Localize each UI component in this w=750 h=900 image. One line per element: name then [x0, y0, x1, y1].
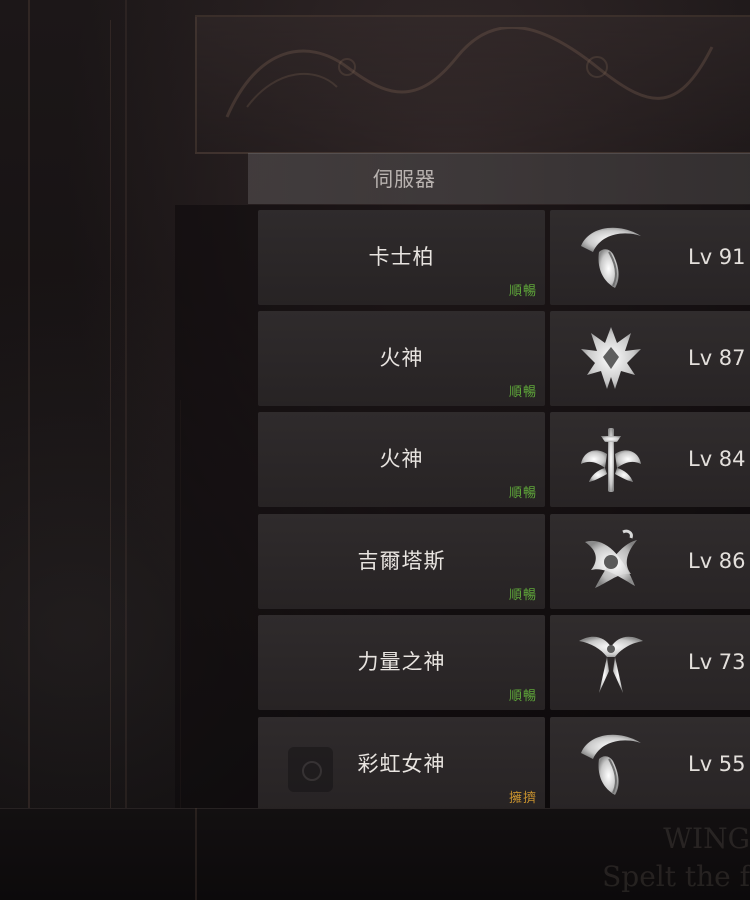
character-level: Lv 86: [688, 549, 746, 573]
character-cell[interactable]: Lv 86: [550, 514, 750, 609]
server-header-label: 伺服器: [373, 167, 436, 191]
sword-wings-icon: [581, 428, 641, 492]
ornate-frame-left-inner: [70, 20, 111, 880]
scroll-ornament-icon: [225, 27, 714, 118]
game-launcher-screen: WING Spelt the f 伺服器 卡士柏 順暢 Lv 91 火神 順暢 …: [0, 0, 750, 900]
server-status: 順暢: [508, 486, 537, 501]
server-name: 火神: [379, 447, 424, 471]
list-item[interactable]: 卡士柏 順暢 Lv 91: [258, 210, 750, 305]
list-item[interactable]: 彩虹女神 擁擠 Lv 55: [258, 717, 750, 808]
server-status: 順暢: [508, 385, 537, 400]
server-cell[interactable]: 卡士柏 順暢: [258, 210, 545, 305]
crown-spikes-icon: [581, 327, 641, 389]
server-name: 力量之神: [357, 650, 446, 674]
server-status: 擁擠: [508, 791, 537, 806]
server-column-header: 伺服器: [248, 153, 750, 204]
server-cell[interactable]: 火神 順暢: [258, 311, 545, 406]
character-cell[interactable]: Lv 84: [550, 412, 750, 507]
list-item[interactable]: 火神 順暢 Lv 87: [258, 311, 750, 406]
server-cell[interactable]: 吉爾塔斯 順暢: [258, 514, 545, 609]
server-cell[interactable]: 彩虹女神 擁擠: [258, 717, 545, 808]
character-server-list: 卡士柏 順暢 Lv 91 火神 順暢 Lv 87 火神 順暢 Lv 84 吉爾塔…: [258, 210, 750, 808]
character-level: Lv 84: [688, 447, 746, 471]
scythe-icon: [581, 227, 641, 288]
server-name: 彩虹女神: [357, 752, 446, 776]
character-cell[interactable]: Lv 87: [550, 311, 750, 406]
server-status: 順暢: [508, 284, 537, 299]
ornate-frame-top: [195, 15, 750, 154]
server-cell[interactable]: 力量之神 順暢: [258, 615, 545, 710]
character-level: Lv 55: [688, 752, 746, 776]
server-status: 順暢: [508, 588, 537, 603]
character-level: Lv 87: [688, 346, 746, 370]
character-cell[interactable]: Lv 91: [550, 210, 750, 305]
list-item[interactable]: 力量之神 順暢 Lv 73: [258, 615, 750, 710]
server-cell[interactable]: 火神 順暢: [258, 412, 545, 507]
character-level: Lv 91: [688, 245, 746, 269]
swirl-emblem-icon: [585, 529, 637, 588]
server-name: 卡士柏: [368, 245, 435, 269]
background-watermark: WING Spelt the f: [602, 822, 750, 893]
scythe-icon: [581, 734, 641, 795]
list-item[interactable]: 火神 順暢 Lv 84: [258, 412, 750, 507]
character-cell[interactable]: Lv 55: [550, 717, 750, 808]
character-level: Lv 73: [688, 650, 746, 674]
character-cell[interactable]: Lv 73: [550, 615, 750, 710]
winged-blade-icon: [579, 636, 643, 693]
server-status: 順暢: [508, 689, 537, 704]
list-item[interactable]: 吉爾塔斯 順暢 Lv 86: [258, 514, 750, 609]
server-name: 吉爾塔斯: [357, 549, 446, 573]
server-name: 火神: [379, 346, 424, 370]
